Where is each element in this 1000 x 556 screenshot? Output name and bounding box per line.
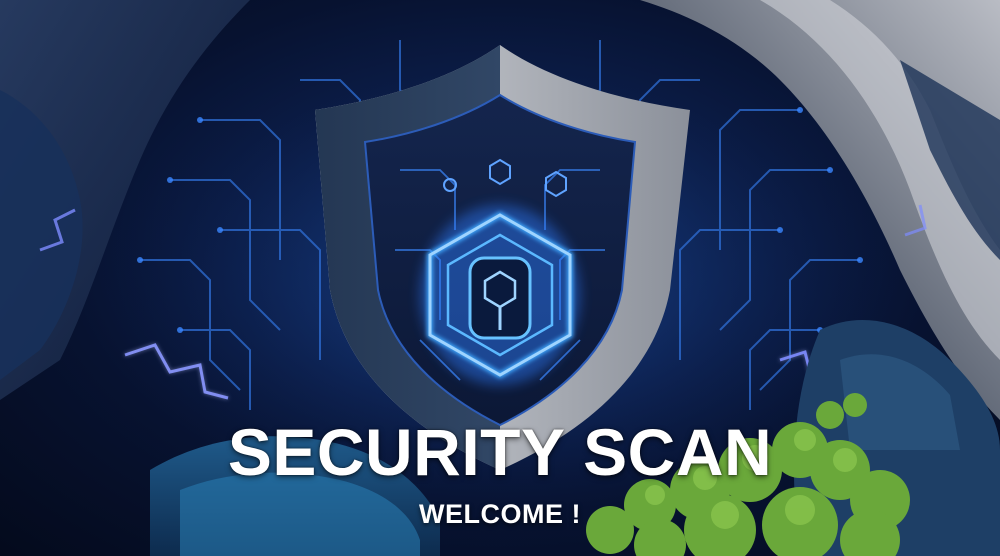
security-scan-banner: SECURITY SCAN WELCOME ! <box>0 0 1000 556</box>
welcome-subtitle: WELCOME ! <box>419 499 581 529</box>
page-title: SECURITY SCAN <box>227 415 773 489</box>
